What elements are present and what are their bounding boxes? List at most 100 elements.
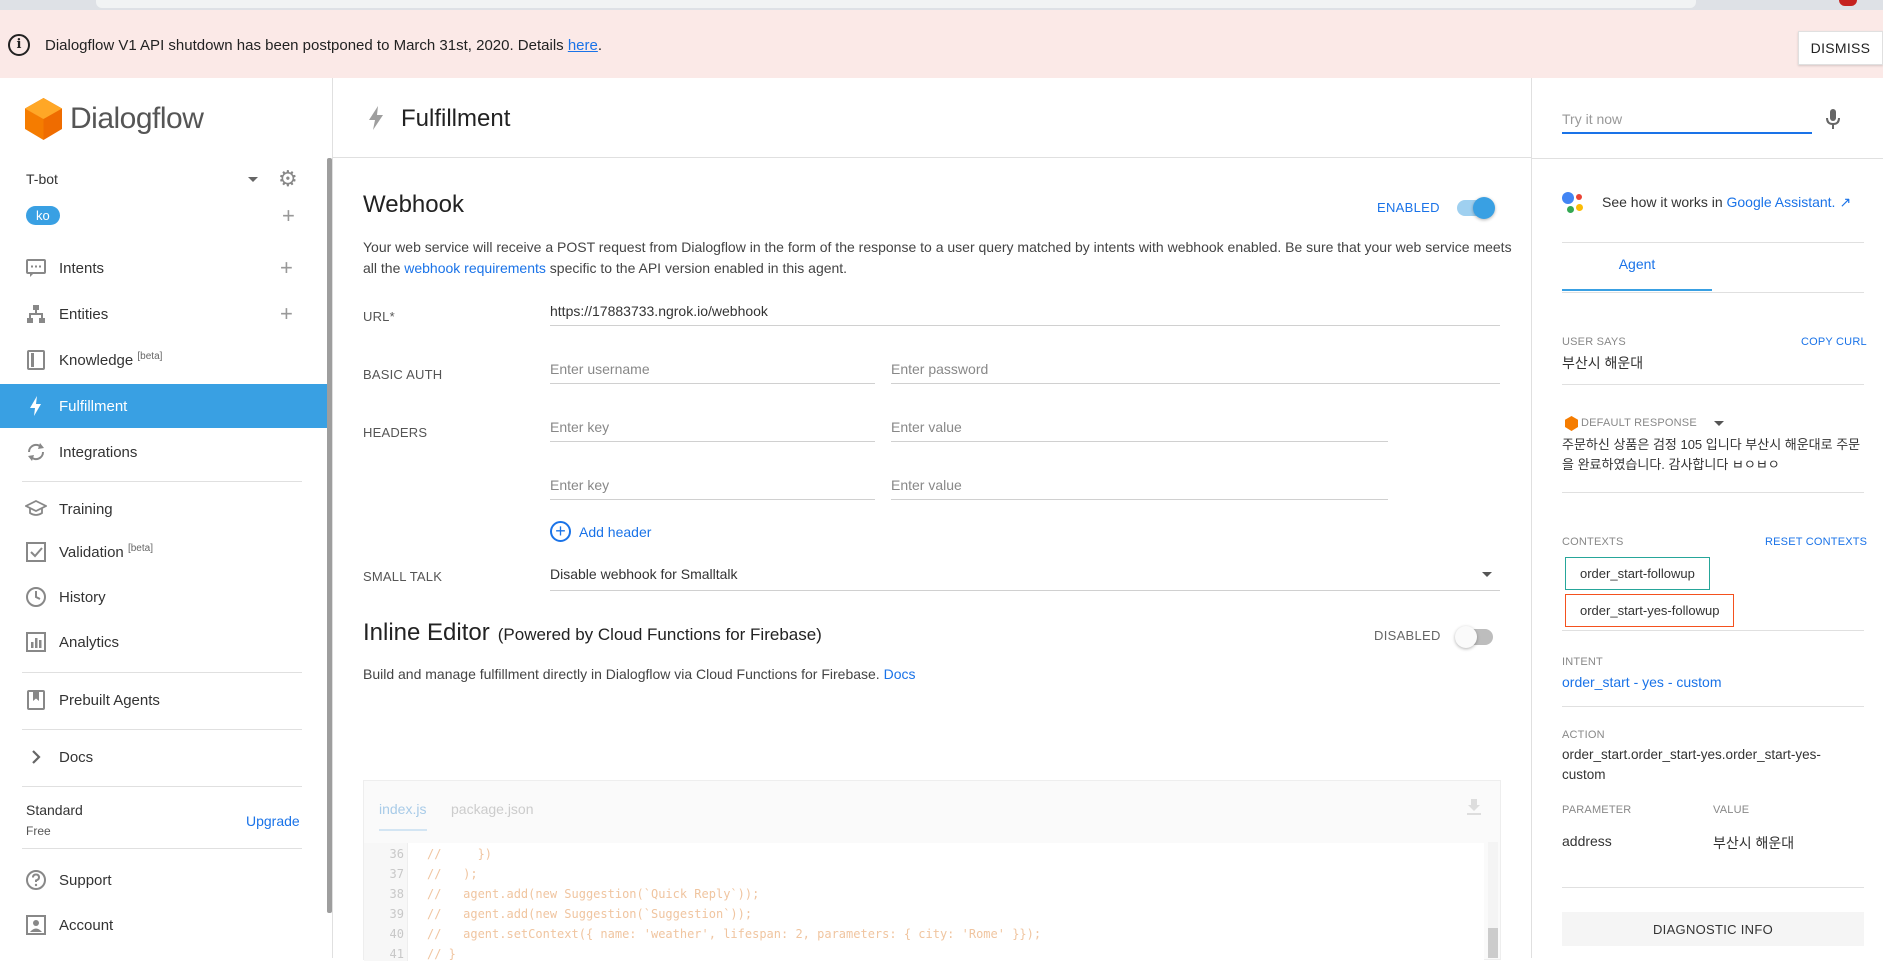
- context-chip[interactable]: order_start-yes-followup: [1565, 594, 1735, 627]
- intent-link[interactable]: order_start - yes - custom: [1562, 671, 1722, 693]
- scroll-thumb[interactable]: [1488, 928, 1498, 958]
- sidebar-scrollbar[interactable]: [327, 158, 332, 913]
- line-number: 39: [389, 907, 404, 921]
- webhook-description: Your web service will receive a POST req…: [363, 237, 1512, 279]
- webhook-status: ENABLED: [1377, 200, 1440, 215]
- microphone-icon[interactable]: [1825, 108, 1841, 130]
- tab-agent[interactable]: Agent: [1562, 238, 1712, 291]
- inline-editor-toggle[interactable]: [1455, 626, 1493, 648]
- line-number: 38: [389, 887, 404, 901]
- sidebar-item-fulfillment[interactable]: Fulfillment: [0, 384, 327, 428]
- ga-text: See how it works in: [1602, 194, 1723, 210]
- graduation-cap-icon: [25, 499, 47, 516]
- add-entity-icon[interactable]: +: [280, 303, 293, 325]
- add-header-button[interactable]: + Add header: [550, 521, 651, 542]
- code-text: // agent.add(new Suggestion(`Suggestion`…: [427, 907, 753, 921]
- inline-desc-text: Build and manage fulfillment directly in…: [363, 666, 884, 682]
- sidebar-item-support[interactable]: Support: [0, 858, 327, 902]
- upgrade-link[interactable]: Upgrade: [246, 813, 300, 829]
- book-icon: [27, 350, 45, 370]
- agent-name: T-bot: [26, 171, 58, 187]
- gear-icon[interactable]: ⚙: [278, 167, 298, 191]
- header-key-input[interactable]: Enter key: [550, 470, 875, 500]
- default-response-label: DEFAULT RESPONSE: [1581, 417, 1697, 429]
- sidebar-item-label: Prebuilt Agents: [59, 691, 160, 709]
- dismiss-button[interactable]: DISMISS: [1798, 31, 1883, 65]
- sidebar-item-docs[interactable]: Docs: [0, 735, 327, 779]
- sidebar-item-integrations[interactable]: Integrations: [0, 430, 327, 474]
- sidebar-item-entities[interactable]: Entities +: [0, 292, 327, 336]
- sidebar-item-prebuilt-agents[interactable]: Prebuilt Agents: [0, 678, 327, 722]
- sidebar-item-history[interactable]: History: [0, 575, 327, 619]
- download-icon[interactable]: [1466, 799, 1482, 815]
- code-scrollbar[interactable]: [1488, 842, 1498, 958]
- diagnostic-info-button[interactable]: DIAGNOSTIC INFO: [1562, 912, 1864, 946]
- webhook-toggle[interactable]: [1457, 197, 1495, 219]
- username-input[interactable]: Enter username: [550, 354, 875, 384]
- sidebar-item-label: Training: [59, 500, 113, 518]
- url-input[interactable]: https://17883733.ngrok.io/webhook: [550, 296, 1500, 326]
- tab-package-json[interactable]: package.json: [451, 801, 534, 817]
- header-value-input[interactable]: Enter value: [891, 412, 1388, 442]
- add-intent-icon[interactable]: +: [280, 257, 293, 279]
- browser-chrome: [0, 0, 1883, 10]
- tab-index-js[interactable]: index.js: [379, 801, 426, 817]
- nav-divider: [22, 786, 302, 787]
- copy-curl-button[interactable]: COPY CURL: [1801, 336, 1867, 348]
- nav-divider: [22, 481, 302, 482]
- chevron-down-icon[interactable]: [1714, 421, 1724, 426]
- google-assistant-link[interactable]: Google Assistant.: [1727, 194, 1836, 210]
- sidebar-item-validation[interactable]: Validation [beta]: [0, 530, 327, 574]
- chevron-down-icon: [1482, 572, 1492, 577]
- divider: [1531, 158, 1883, 159]
- sidebar-item-intents[interactable]: Intents +: [0, 246, 327, 290]
- sidebar-item-analytics[interactable]: Analytics: [0, 620, 327, 664]
- editor-tabs: index.js package.json: [364, 781, 1500, 843]
- address-bar[interactable]: [96, 0, 1696, 8]
- plan-price: Free: [26, 824, 51, 838]
- checkbox-icon: [26, 542, 46, 562]
- password-input[interactable]: Enter password: [891, 354, 1500, 384]
- nav-divider: [22, 672, 302, 673]
- nav-divider: [22, 848, 302, 849]
- dialogflow-logo[interactable]: Dialogflow: [25, 98, 204, 140]
- sidebar-item-label: Entities: [59, 305, 109, 323]
- small-talk-select[interactable]: Disable webhook for Smalltalk: [550, 557, 1500, 591]
- sidebar-item-knowledge[interactable]: Knowledge [beta]: [0, 338, 327, 382]
- line-number: 40: [389, 927, 404, 941]
- plan-info: Standard Free: [26, 802, 83, 838]
- sidebar-item-label: Account: [59, 916, 114, 934]
- bookmark-book-icon: [27, 690, 45, 710]
- profile-avatar[interactable]: [1839, 0, 1857, 6]
- header-key-input[interactable]: Enter key: [550, 412, 875, 442]
- context-chip[interactable]: order_start-followup: [1565, 557, 1710, 590]
- header-value-input[interactable]: Enter value: [891, 470, 1388, 500]
- sidebar-item-account[interactable]: Account: [0, 903, 327, 947]
- banner-details-link[interactable]: here: [568, 37, 598, 54]
- banner-message: Dialogflow V1 API shutdown has been post…: [45, 37, 602, 54]
- code-text: // agent.setContext({ name: 'weather', l…: [427, 927, 1042, 941]
- sidebar-item-label: Analytics: [59, 633, 120, 651]
- code-area[interactable]: 36 // }) 37 // ); 38 // agent.add(new Sugge…: [364, 843, 1484, 961]
- parameter-value: 부산시 해운대: [1713, 835, 1795, 851]
- toggle-knob: [1473, 197, 1495, 219]
- small-talk-label: SMALL TALK: [363, 569, 443, 584]
- language-chip[interactable]: ko: [26, 206, 60, 225]
- docs-link[interactable]: Docs: [884, 666, 916, 682]
- try-it-now-input[interactable]: Try it now: [1562, 106, 1812, 134]
- add-language-icon[interactable]: +: [282, 205, 295, 227]
- reset-contexts-button[interactable]: RESET CONTEXTS: [1765, 536, 1867, 548]
- main-content: Fulfillment Webhook ENABLED Your web ser…: [333, 78, 1531, 961]
- sidebar-item-training[interactable]: Training: [0, 487, 327, 531]
- sidebar-item-label: Support: [59, 871, 112, 889]
- external-link-icon[interactable]: ↗: [1839, 194, 1851, 211]
- bolt-icon: [369, 106, 383, 130]
- webhook-requirements-link[interactable]: webhook requirements: [404, 260, 546, 276]
- divider: [1562, 384, 1864, 385]
- banner-punct: .: [597, 37, 603, 54]
- agent-selector[interactable]: T-bot ⚙: [26, 167, 302, 193]
- code-text: // }): [427, 847, 493, 861]
- chevron-down-icon[interactable]: [248, 177, 258, 182]
- sidebar-item-label: Fulfillment: [59, 397, 128, 415]
- page-title: Fulfillment: [401, 105, 511, 132]
